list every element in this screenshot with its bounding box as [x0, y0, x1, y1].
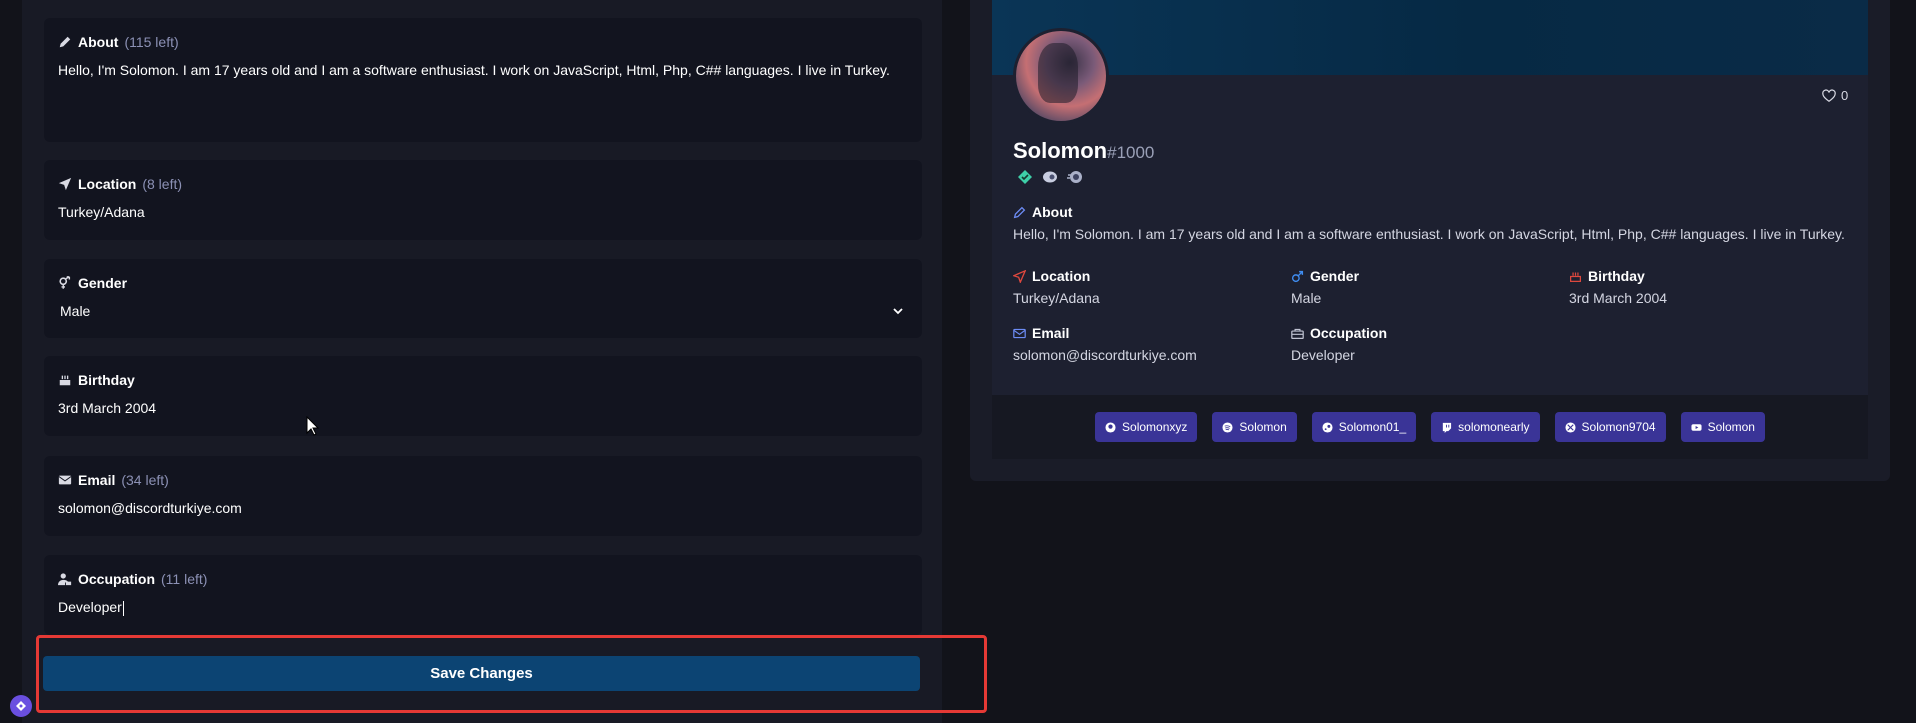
profile-occupation-label: Occupation: [1310, 325, 1388, 341]
email-field[interactable]: Email (34 left) solomon@discordturkiye.c…: [44, 456, 922, 536]
profile-email-value: solomon@discordturkiye.com: [1013, 347, 1197, 363]
user-briefcase-icon: [58, 572, 72, 586]
floating-action-button[interactable]: [10, 695, 32, 717]
email-label-row: Email (34 left): [58, 472, 169, 488]
pencil-icon: [58, 35, 72, 49]
location-input[interactable]: Turkey/Adana: [58, 204, 145, 220]
profile-birthday-value: 3rd March 2004: [1569, 290, 1668, 306]
about-label: About: [78, 34, 119, 50]
profile-gender-label-row: Gender: [1291, 268, 1359, 284]
boost-badge-icon: [1066, 168, 1083, 185]
chevron-down-icon[interactable]: [892, 305, 904, 317]
social-label: Solomon01_: [1338, 420, 1407, 434]
profile-banner: [992, 0, 1868, 75]
social-label: Solomon: [1239, 420, 1287, 434]
steam-icon: [1322, 421, 1333, 433]
email-label: Email: [78, 472, 116, 488]
profile-email-label-row: Email: [1013, 325, 1069, 341]
social-link-xbox[interactable]: Solomon9704: [1554, 412, 1666, 442]
profile-occupation-label-row: Occupation: [1291, 325, 1387, 341]
occupation-input[interactable]: Developer: [58, 599, 124, 616]
compass-icon: [16, 701, 26, 711]
location-remaining: (8 left): [142, 176, 183, 192]
gender-field[interactable]: Gender Male: [44, 259, 922, 338]
nitro-badge-icon: [1041, 168, 1058, 185]
profile-occupation-value: Developer: [1291, 347, 1355, 363]
github-icon: [1105, 421, 1116, 433]
social-label: Solomonxyz: [1122, 420, 1188, 434]
profile-location-value: Turkey/Adana: [1013, 290, 1100, 306]
profile-birthday-label-row: Birthday: [1569, 268, 1645, 284]
cake-icon: [1570, 271, 1581, 282]
envelope-icon: [58, 473, 72, 487]
location-field[interactable]: Location (8 left) Turkey/Adana: [44, 160, 922, 240]
occupation-label-row: Occupation (11 left): [58, 571, 207, 587]
youtube-icon: [1691, 423, 1702, 431]
profile-gender-label: Gender: [1310, 268, 1360, 284]
username-text: Solomon: [1013, 138, 1108, 163]
about-remaining: (115 left): [124, 34, 179, 50]
hypesquad-badge-icon: [1016, 168, 1033, 185]
birthday-label-row: Birthday: [58, 372, 135, 388]
occupation-remaining: (11 left): [161, 571, 208, 587]
profile-about-label-row: About: [1013, 204, 1072, 220]
text-caret: [122, 600, 124, 616]
social-link-github[interactable]: Solomonxyz: [1095, 412, 1198, 442]
likes-count: 0: [1841, 88, 1849, 103]
occupation-input-text: Developer: [58, 599, 122, 615]
social-link-twitch[interactable]: solomonearly: [1431, 412, 1540, 442]
social-link-spotify[interactable]: Solomon: [1212, 412, 1297, 442]
profile-gender-value: Male: [1291, 290, 1322, 306]
birthday-field[interactable]: Birthday 3rd March 2004: [44, 356, 922, 436]
pencil-icon: [1013, 206, 1026, 218]
discriminator: #1000: [1107, 143, 1155, 162]
edit-profile-panel: About (115 left) Hello, I'm Solomon. I a…: [22, 0, 942, 723]
profile-location-label: Location: [1032, 268, 1091, 284]
xbox-icon: [1564, 421, 1576, 433]
occupation-label: Occupation: [78, 571, 156, 587]
location-label: Location: [78, 176, 137, 192]
profile-about-text: Hello, I'm Solomon. I am 17 years old an…: [1013, 226, 1845, 242]
navigation-arrow-icon: [58, 177, 72, 191]
twitch-icon: [1442, 422, 1452, 433]
avatar: [1013, 28, 1109, 124]
cake-icon: [58, 373, 72, 387]
profile-email-label: Email: [1032, 325, 1070, 341]
spotify-icon: [1222, 421, 1233, 433]
gender-select[interactable]: Male: [60, 303, 90, 319]
occupation-field[interactable]: Occupation (11 left) Developer: [44, 555, 922, 635]
navigation-arrow-icon: [1013, 269, 1026, 283]
profile-username: Solomon#1000: [1013, 138, 1154, 164]
briefcase-icon: [1291, 328, 1304, 339]
location-label-row: Location (8 left): [58, 176, 182, 192]
social-links-bar: Solomonxyz Solomon Solomon01_ solomonear…: [992, 395, 1868, 459]
save-changes-button[interactable]: Save Changes: [43, 656, 920, 691]
social-label: Solomon: [1707, 420, 1755, 434]
gender-label: Gender: [78, 275, 128, 291]
social-label: solomonearly: [1458, 420, 1530, 434]
social-link-youtube[interactable]: Solomon: [1680, 412, 1765, 442]
heart-icon: [1822, 88, 1836, 102]
email-remaining: (34 left): [121, 472, 169, 488]
envelope-icon: [1013, 328, 1026, 338]
about-textarea[interactable]: Hello, I'm Solomon. I am 17 years old an…: [58, 62, 908, 78]
about-field[interactable]: About (115 left) Hello, I'm Solomon. I a…: [44, 18, 922, 142]
about-label-row: About (115 left): [58, 34, 179, 50]
profile-location-label-row: Location: [1013, 268, 1090, 284]
mouse-cursor-icon: [306, 416, 320, 436]
likes-counter[interactable]: 0: [1822, 88, 1848, 103]
male-icon: [1291, 270, 1304, 282]
social-label: Solomon9704: [1581, 420, 1656, 434]
social-link-steam[interactable]: Solomon01_: [1311, 412, 1417, 442]
birthday-label: Birthday: [78, 372, 135, 388]
gender-label-row: Gender: [58, 275, 127, 291]
gender-icon: [58, 276, 72, 290]
birthday-input[interactable]: 3rd March 2004: [58, 400, 156, 416]
profile-badges: [1016, 168, 1083, 185]
email-input[interactable]: solomon@discordturkiye.com: [58, 500, 242, 516]
profile-about-label: About: [1032, 204, 1073, 220]
profile-birthday-label: Birthday: [1588, 268, 1645, 284]
